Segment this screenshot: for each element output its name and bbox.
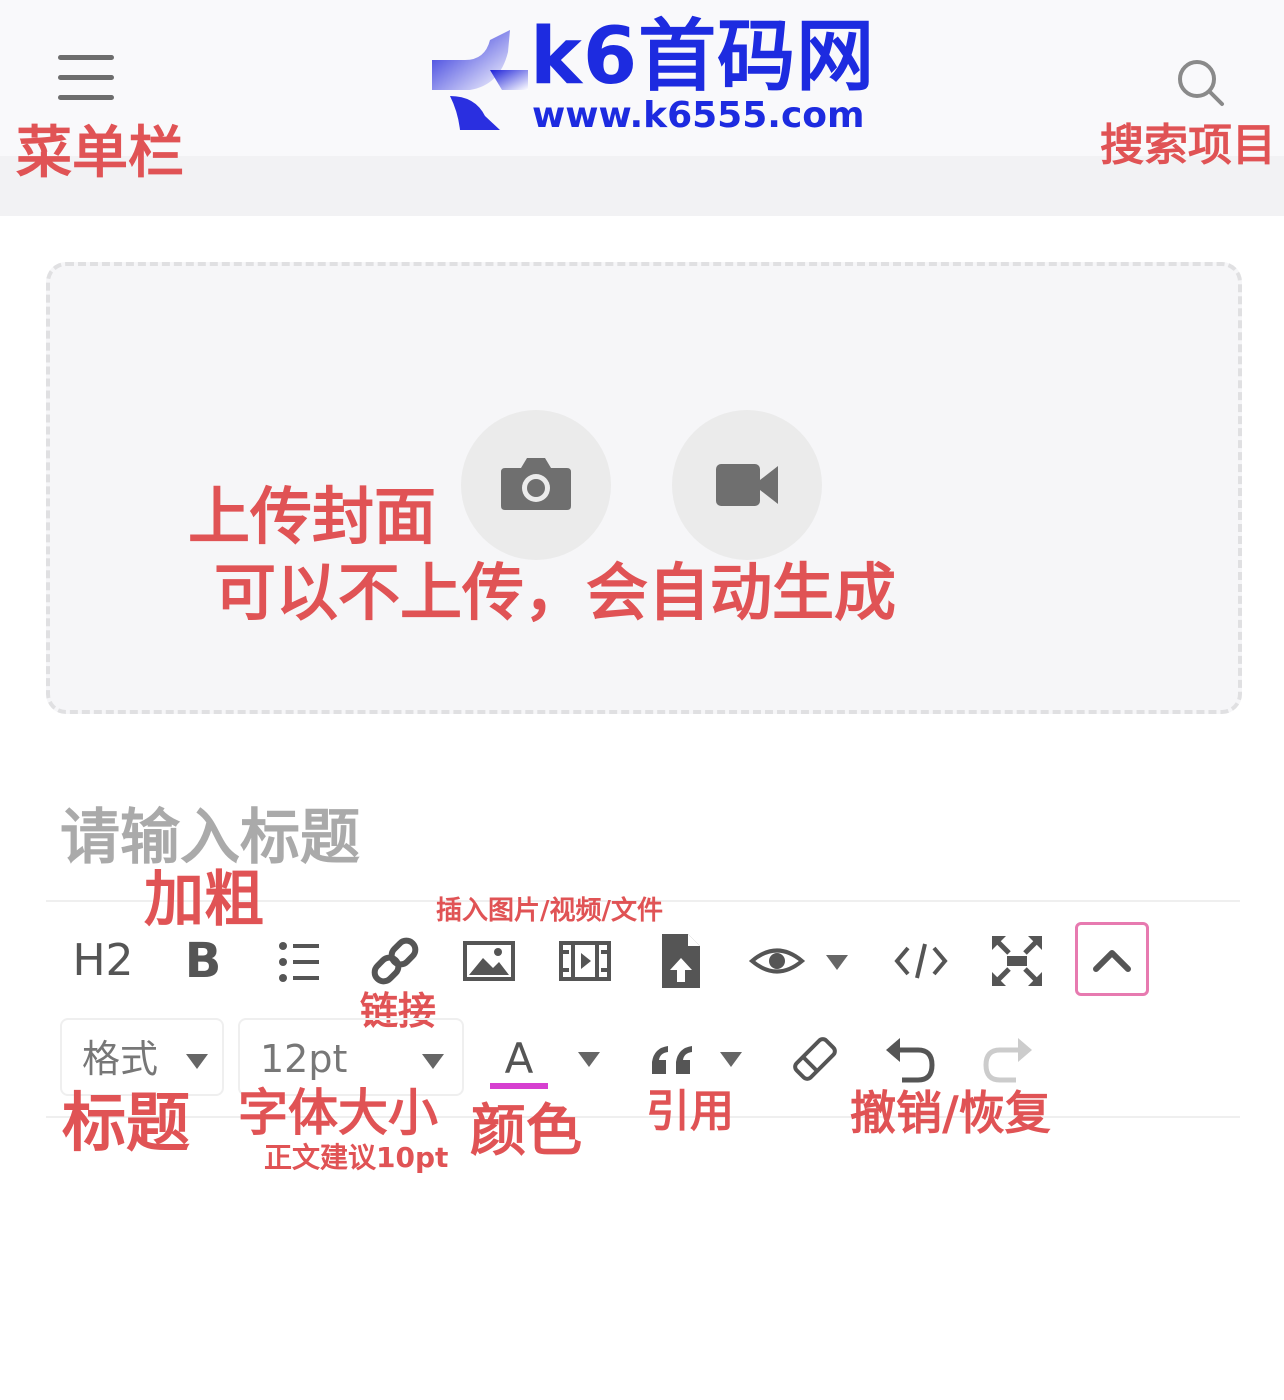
insert-media-annotation: 插入图片/视频/文件 [436,896,663,926]
eye-icon [748,948,806,974]
bold-annotation: 加粗 [144,865,264,935]
chevron-up-icon [1093,950,1131,972]
heading-h2-button[interactable]: H2 [70,928,136,994]
search-icon[interactable] [1176,58,1226,108]
fullscreen-button[interactable] [984,928,1050,994]
chevron-down-icon [186,1054,208,1069]
insert-image-button[interactable] [456,928,522,994]
source-code-button[interactable] [888,928,954,994]
redo-button[interactable] [974,1026,1040,1092]
insert-video-button[interactable] [552,928,618,994]
upload-video-button[interactable] [672,410,822,560]
color-dropdown-caret-icon[interactable] [578,1052,600,1067]
chevron-down-icon [422,1054,444,1069]
preview-dropdown-caret-icon[interactable] [826,955,848,970]
clear-format-button[interactable] [782,1026,848,1092]
logo-url: www.k6555.com [532,95,865,136]
hamburger-menu-icon[interactable] [58,55,114,101]
preview-button[interactable] [744,928,810,994]
quote-dropdown-caret-icon[interactable] [720,1052,742,1067]
search-annotation: 搜索项目 [1100,120,1276,171]
video-camera-icon [716,464,778,506]
font-color-letter: A [504,1034,534,1083]
link-icon [371,937,419,985]
collapse-toolbar-button[interactable] [1075,922,1149,996]
insert-file-button[interactable] [648,928,714,994]
font-color-swatch [490,1083,548,1089]
format-select[interactable]: 格式 [60,1018,224,1096]
fullscreen-icon [992,936,1042,986]
file-upload-icon [662,934,700,988]
cover-auto-annotation: 可以不上传，会自动生成 [214,556,897,629]
header-divider-band [0,156,1284,216]
upload-photo-button[interactable] [461,410,611,560]
quote-icon [652,1046,692,1074]
logo-mark-icon [432,30,528,130]
film-icon [559,941,611,981]
menu-annotation: 菜单栏 [16,121,184,186]
image-icon [463,941,515,981]
bullet-list-button[interactable] [266,928,332,994]
bullet-list-icon [279,942,319,982]
logo-name: k6首码网 [530,12,876,102]
insert-link-button[interactable] [362,928,428,994]
eraser-icon [793,1037,837,1081]
bold-button[interactable]: B [170,928,236,994]
undo-button[interactable] [878,1026,944,1092]
toolbar-divider [46,1116,1240,1118]
redo-icon [983,1038,1032,1083]
code-icon [894,943,948,979]
site-logo[interactable]: k6首码网 www.k6555.com [430,18,874,136]
cover-annotation: 上传封面 [188,480,437,553]
editor-content-area[interactable] [46,1120,1240,1380]
blockquote-button[interactable] [640,1026,706,1092]
undo-icon [886,1038,935,1083]
camera-icon [501,458,571,510]
